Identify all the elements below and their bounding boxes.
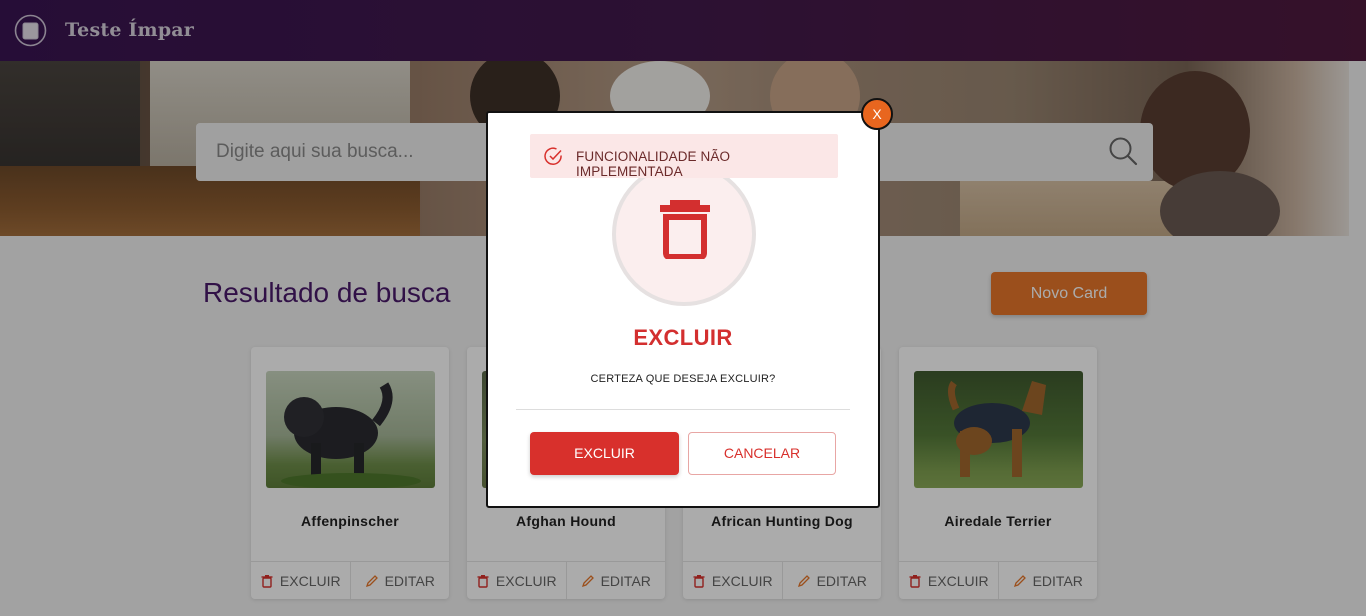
trash-icon — [660, 200, 710, 259]
modal-title: EXCLUIR — [633, 325, 733, 350]
check-circle-icon — [544, 147, 562, 165]
modal-divider — [516, 409, 850, 410]
cancel-button[interactable]: CANCELAR — [688, 432, 836, 475]
close-modal-button[interactable]: X — [861, 98, 893, 130]
confirm-delete-button[interactable]: EXCLUIR — [530, 432, 679, 475]
toast-message: FUNCIONALIDADE NÃO IMPLEMENTADA — [576, 149, 731, 179]
trash-icon-circle — [612, 162, 756, 306]
modal-message: CERTEZA QUE DESEJA EXCLUIR? — [590, 373, 776, 385]
not-implemented-toast: FUNCIONALIDADE NÃO IMPLEMENTADA — [530, 134, 838, 179]
delete-confirm-modal: FUNCIONALIDADE NÃO IMPLEMENTADA EXCLUIR … — [486, 111, 880, 508]
